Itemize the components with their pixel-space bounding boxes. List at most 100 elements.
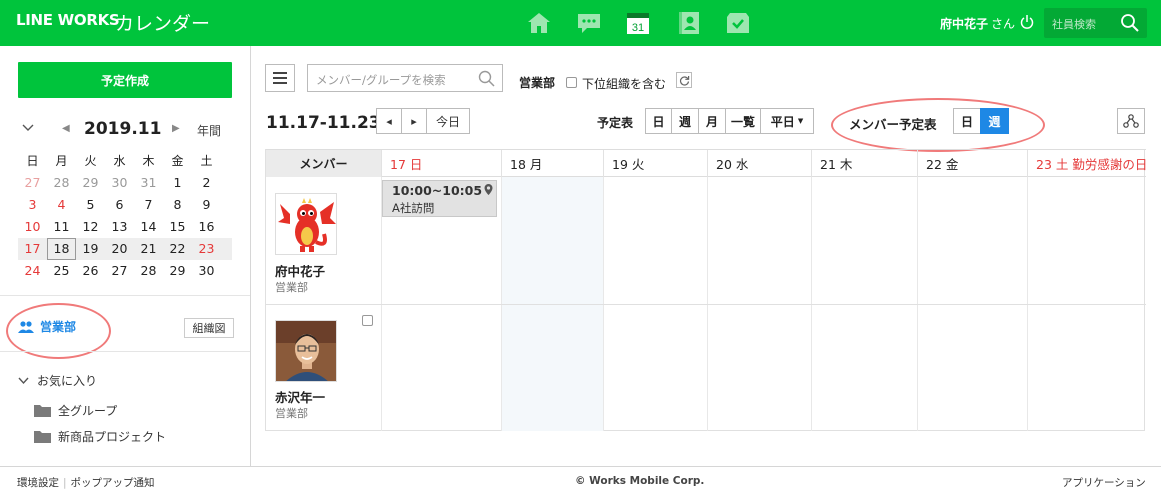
day-cell-today[interactable]: 18 (47, 238, 76, 260)
member-checkbox[interactable] (362, 315, 373, 326)
search-icon[interactable] (1120, 13, 1140, 36)
day-cell[interactable]: 8 (163, 194, 192, 216)
top-bar: LINE WORKS カレンダー 31 府中花子 さん 社員検索 (0, 0, 1161, 46)
inbox-icon[interactable] (725, 10, 751, 36)
power-icon[interactable] (1020, 14, 1034, 33)
day-cell[interactable]: 6 (105, 194, 134, 216)
collapse-chevron-icon[interactable] (22, 122, 34, 136)
day-cell[interactable]: 28 (134, 260, 163, 282)
event-block[interactable]: 10:00~10:05 A社訪問 (382, 180, 497, 217)
user-name[interactable]: 府中花子 (940, 15, 988, 32)
favorites-header[interactable]: お気に入り (18, 372, 97, 389)
day-cell[interactable]: 27 (18, 172, 47, 194)
weekday-row: 日 月 火 水 木 金 土 (18, 150, 232, 172)
day-cell[interactable]: 1 (163, 172, 192, 194)
divider (0, 351, 250, 352)
day-cell[interactable]: 10 (18, 216, 47, 238)
day-cell[interactable]: 30 (192, 260, 221, 282)
create-event-button[interactable]: 予定作成 (18, 62, 232, 98)
day-header[interactable]: 18 月 (501, 150, 603, 177)
include-sub-org-checkbox[interactable] (566, 77, 577, 88)
divider (0, 295, 250, 296)
prev-month-button[interactable]: ◀ (62, 123, 70, 134)
day-cell[interactable]: 27 (105, 260, 134, 282)
day-cell[interactable]: 11 (47, 216, 76, 238)
day-cell[interactable]: 28 (47, 172, 76, 194)
day-cell[interactable]: 2 (192, 172, 221, 194)
day-header[interactable]: 22 金 (917, 150, 1027, 177)
day-cell[interactable]: 21 (134, 238, 163, 260)
member-row: 赤沢年一 営業部 (266, 305, 381, 431)
view-month-button[interactable]: 月 (698, 108, 726, 134)
hamburger-menu-icon[interactable] (265, 64, 295, 92)
favorite-item[interactable]: 新商品プロジェクト (34, 428, 166, 445)
day-cell[interactable]: 9 (192, 194, 221, 216)
view-weekday-dropdown[interactable]: 平日 ▼ (760, 108, 814, 134)
day-header[interactable]: 20 水 (707, 150, 811, 177)
view-day-button[interactable]: 日 (645, 108, 672, 134)
org-chart-button[interactable]: 組織図 (184, 318, 234, 338)
next-week-button[interactable]: ▸ (401, 108, 427, 134)
day-cell[interactable]: 22 (163, 238, 192, 260)
favorite-item[interactable]: 全グループ (34, 402, 117, 419)
prev-week-button[interactable]: ◂ (376, 108, 402, 134)
next-month-button[interactable]: ▶ (172, 123, 180, 134)
day-cell[interactable]: 3 (18, 194, 47, 216)
day-cell[interactable]: 19 (76, 238, 105, 260)
applications-link[interactable]: アプリケーション (1062, 475, 1146, 490)
app-title[interactable]: カレンダー (115, 9, 210, 36)
calendar-icon-day: 31 (632, 22, 644, 34)
view-week-button[interactable]: 週 (671, 108, 699, 134)
day-cell[interactable]: 24 (18, 260, 47, 282)
day-cell[interactable]: 14 (134, 216, 163, 238)
member-name[interactable]: 赤沢年一 (275, 387, 325, 406)
day-cell[interactable]: 5 (76, 194, 105, 216)
day-cell[interactable]: 31 (134, 172, 163, 194)
weekday-label: 月 (55, 154, 68, 168)
day-cell-holiday[interactable]: 23 (192, 238, 221, 260)
chat-icon[interactable] (576, 10, 602, 36)
weekday-label: 土 (200, 154, 213, 168)
org-tree-icon[interactable] (1117, 108, 1145, 134)
row-divider (266, 304, 1146, 305)
contacts-icon[interactable] (676, 10, 702, 36)
dragon-avatar[interactable] (275, 193, 337, 255)
day-cell-holiday[interactable]: 4 (47, 194, 76, 216)
day-cell[interactable]: 25 (47, 260, 76, 282)
settings-link[interactable]: 環境設定 (17, 477, 59, 489)
popup-notification-link[interactable]: ポップアップ通知 (71, 477, 155, 489)
copyright: © Works Mobile Corp. (575, 475, 705, 487)
day-cell[interactable]: 15 (163, 216, 192, 238)
day-header[interactable]: 19 火 (603, 150, 707, 177)
yearly-view-link[interactable]: 年間 (197, 122, 221, 139)
day-cell[interactable]: 12 (76, 216, 105, 238)
week-row: 3 4 5 6 7 8 9 (18, 194, 232, 216)
day-cell[interactable]: 29 (163, 260, 192, 282)
home-icon[interactable] (526, 10, 552, 36)
refresh-icon[interactable] (676, 72, 692, 88)
employee-search-input[interactable]: 社員検索 (1044, 8, 1147, 38)
member-search-input[interactable]: メンバー/グループを検索 (307, 64, 503, 92)
mini-calendar-grid: 日 月 火 水 木 金 土 27 28 29 30 31 1 2 3 4 5 6… (18, 150, 232, 282)
day-cell[interactable]: 26 (76, 260, 105, 282)
member-name[interactable]: 府中花子 (275, 261, 325, 280)
day-cell[interactable]: 30 (105, 172, 134, 194)
view-list-button[interactable]: 一覧 (725, 108, 761, 134)
member-column-header: メンバー (266, 150, 381, 177)
day-cell[interactable]: 17 (18, 238, 47, 260)
include-sub-org-label[interactable]: 下位組織を含む (582, 75, 666, 92)
day-cell[interactable]: 7 (134, 194, 163, 216)
day-header[interactable]: 21 木 (811, 150, 917, 177)
day-header-holiday[interactable]: 23 土 勤労感謝の日 (1027, 150, 1146, 177)
day-cell[interactable]: 16 (192, 216, 221, 238)
day-header[interactable]: 17 日 (381, 150, 501, 177)
brand-logo[interactable]: LINE WORKS (16, 11, 120, 29)
day-cell[interactable]: 20 (105, 238, 134, 260)
search-icon[interactable] (478, 70, 495, 90)
day-cell[interactable]: 13 (105, 216, 134, 238)
day-cell[interactable]: 29 (76, 172, 105, 194)
calendar-icon[interactable]: 31 (625, 10, 651, 36)
man-photo-avatar[interactable] (275, 320, 337, 382)
today-button[interactable]: 今日 (426, 108, 470, 134)
week-row: 10 11 12 13 14 15 16 (18, 216, 232, 238)
